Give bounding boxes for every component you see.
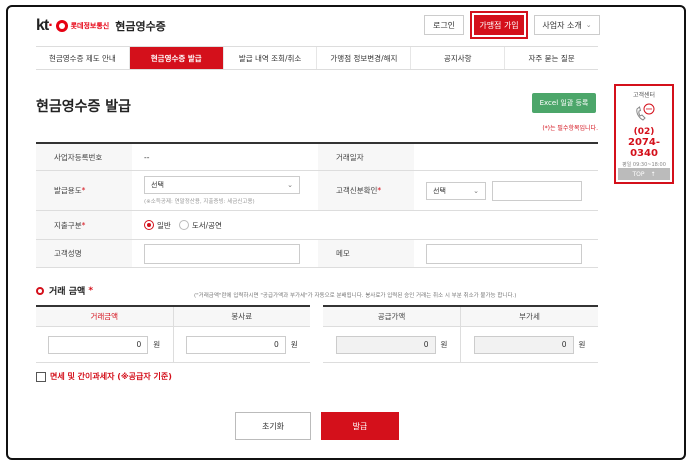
purpose-cell: 선택 ⌄ (※소득공제: 연말정산용, 지출증빙: 세금신고용) xyxy=(132,171,318,210)
memo-label: 메모 xyxy=(318,240,414,267)
amount-header: 거래금액 xyxy=(36,307,174,326)
expense-general-radio[interactable] xyxy=(144,220,154,230)
service-fee-cell: 0 원 xyxy=(174,327,311,362)
phone-icon xyxy=(616,103,672,125)
login-button[interactable]: 로그인 xyxy=(424,15,464,35)
name-cell xyxy=(132,240,318,267)
excel-upload-button[interactable]: Excel 일괄 등록 xyxy=(532,93,596,113)
customer-center-area-code: (02) xyxy=(633,127,655,137)
purpose-hint: (※소득공제: 연말정산용, 지출증빙: 세금신고용) xyxy=(144,199,255,205)
nav-item-issue[interactable]: 현금영수증 발급 xyxy=(129,47,224,69)
purpose-label: 발급용도 * xyxy=(36,171,132,210)
kt-logo-dot: · xyxy=(48,17,53,34)
join-highlight: 가맹점 가입 xyxy=(470,11,528,39)
service-fee-header: 봉사료 xyxy=(231,312,253,321)
amount-body-row: 0 원 0 원 xyxy=(36,327,310,363)
amount-table-left: 거래금액 봉사료 0 원 0 원 xyxy=(36,305,310,363)
chevron-down-icon: ⌄ xyxy=(585,21,592,29)
name-input[interactable] xyxy=(144,243,300,264)
amount-section-title: 거래 금액 * xyxy=(36,284,93,297)
arrow-up-icon: ↑ xyxy=(650,170,656,178)
issue-button[interactable]: 발급 xyxy=(321,412,399,440)
memo-cell xyxy=(414,240,598,267)
trade-date-label: 거래일자 xyxy=(318,144,414,170)
amount-header-row: 공급가액 부가세 xyxy=(323,307,598,327)
tax-free-label: 면세 및 간이과세자 (※공급자 기준) xyxy=(50,372,172,381)
supply-value-header: 공급가액 xyxy=(323,307,461,326)
nav-item-merchant[interactable]: 가맹점 정보변경/해지 xyxy=(317,47,412,69)
top-button[interactable]: TOP ↑ xyxy=(618,168,670,180)
chevron-down-icon: ⌄ xyxy=(473,186,479,195)
join-button[interactable]: 가맹점 가입 xyxy=(474,15,524,35)
main-nav: 현금영수증 제도 안내 현금영수증 발급 발급 내역 조회/취소 가맹점 정보변… xyxy=(36,46,598,70)
top-label: TOP xyxy=(632,170,645,178)
logo[interactable]: kt · 롯데정보통신 현금영수증 xyxy=(36,17,166,35)
form-row: 고객성명 메모 xyxy=(36,240,598,268)
supply-value-cell: 0 원 xyxy=(323,327,461,362)
trade-date-value xyxy=(414,144,598,170)
biz-no-label: 사업자등록번호 xyxy=(36,144,132,170)
chevron-down-icon: ⌄ xyxy=(287,181,293,189)
vat-cell: 0 원 xyxy=(461,327,598,362)
expense-book-radio[interactable] xyxy=(178,220,189,230)
amount-body-row: 0 원 0 원 xyxy=(323,327,598,363)
form-row: 사업자등록번호 -- 거래일자 xyxy=(36,144,598,171)
form-row: 지출구분 * 일반 도서/공연 xyxy=(36,211,598,240)
expense-general-label: 일반 xyxy=(157,220,171,230)
reset-button[interactable]: 초기화 xyxy=(235,412,311,440)
id-number-input[interactable] xyxy=(492,180,582,201)
biz-no-value: -- xyxy=(144,152,150,162)
nav-item-faq[interactable]: 자주 묻는 질문 xyxy=(505,47,598,69)
expense-cell: 일반 도서/공연 xyxy=(132,211,598,239)
vat-input: 0 xyxy=(473,335,574,354)
tax-free-row[interactable]: 면세 및 간이과세자 (※공급자 기준) xyxy=(36,371,172,382)
form-row: 발급용도 * 선택 ⌄ (※소득공제: 연말정산용, 지출증빙: 세금신고용) 고… xyxy=(36,171,598,211)
section-circle-icon xyxy=(36,286,44,295)
issue-form: 사업자등록번호 -- 거래일자 발급용도 * 선택 ⌄ (※소득공제: 연말정산용… xyxy=(36,142,598,268)
intro-dropdown[interactable]: 사업자 소개 ⌄ xyxy=(534,15,600,35)
nav-item-notice[interactable]: 공지사항 xyxy=(411,47,506,69)
required-note: (*)는 필수항목입니다. xyxy=(542,125,598,132)
amount-input[interactable]: 0 xyxy=(48,335,149,354)
id-type-select[interactable]: 선택 ⌄ xyxy=(426,181,486,200)
expense-label: 지출구분 * xyxy=(36,211,132,239)
customer-center: 고객센터 (02) 2074-0340 평일 09:30~18:00 TOP ↑ xyxy=(614,84,674,184)
intro-label: 사업자 소개 xyxy=(542,20,582,30)
amount-note: ("거래금액"란에 입력하시면 "공급가액과 부가세"가 자동으로 분배됩니다.… xyxy=(194,293,517,299)
customer-center-number: 2074-0340 xyxy=(628,137,660,159)
site-title: 현금영수증 xyxy=(115,20,166,33)
memo-input[interactable] xyxy=(426,243,582,264)
service-fee-input[interactable]: 0 xyxy=(185,335,286,354)
top-buttons: 로그인 가맹점 가입 사업자 소개 ⌄ xyxy=(424,11,600,39)
lotte-logo-text: 롯데정보통신 xyxy=(70,22,110,30)
lotte-logo-icon xyxy=(55,20,68,32)
customer-center-hours: 평일 09:30~18:00 xyxy=(622,162,666,168)
amount-cell: 0 원 xyxy=(36,327,174,362)
id-label: 고객신분확인 * xyxy=(318,171,414,210)
expense-book-label: 도서/공연 xyxy=(191,220,222,230)
supply-value-input: 0 xyxy=(335,335,436,354)
amount-header-row: 거래금액 봉사료 xyxy=(36,307,310,327)
nav-item-history[interactable]: 발급 내역 조회/취소 xyxy=(224,47,318,69)
customer-center-title: 고객센터 xyxy=(632,92,656,99)
purpose-select[interactable]: 선택 ⌄ xyxy=(144,176,300,194)
amount-table-right: 공급가액 부가세 0 원 0 원 xyxy=(323,305,598,363)
vat-header: 부가세 xyxy=(519,312,540,321)
id-cell: 선택 ⌄ xyxy=(414,171,598,210)
nav-item-guide[interactable]: 현금영수증 제도 안내 xyxy=(36,47,130,69)
kt-logo: kt xyxy=(36,17,49,34)
tax-free-checkbox[interactable] xyxy=(36,371,46,382)
page-title: 현금영수증 발급 xyxy=(36,99,132,115)
name-label: 고객성명 xyxy=(36,240,132,267)
